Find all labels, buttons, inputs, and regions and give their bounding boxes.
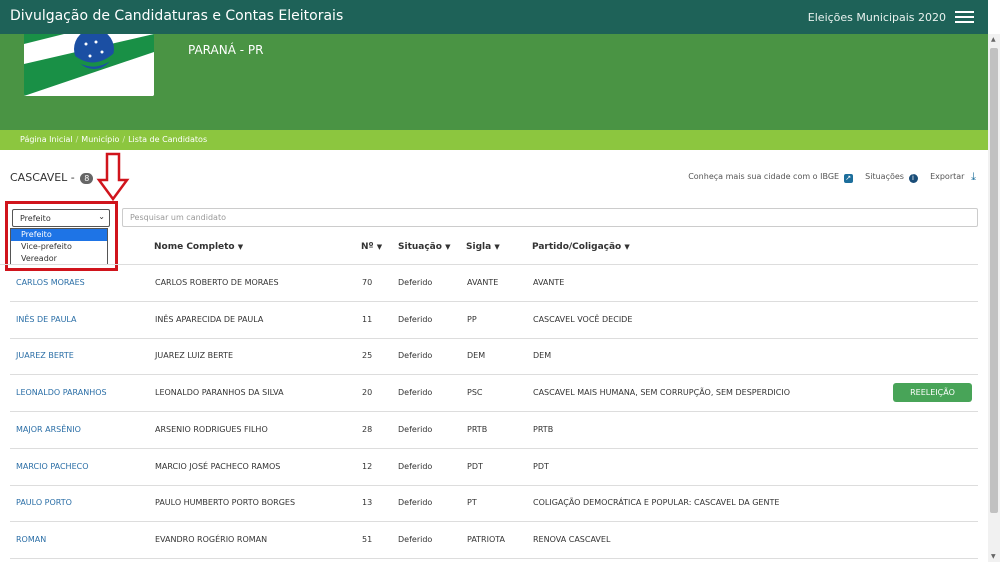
cell-numero: 70 <box>362 278 373 287</box>
breadcrumb-municipio[interactable]: Município <box>81 135 119 144</box>
parana-flag-icon <box>24 34 154 96</box>
table-row[interactable]: LEONALDO PARANHOS LEONALDO PARANHOS DA SI… <box>10 375 978 413</box>
cell-partido: AVANTE <box>533 278 565 287</box>
cell-numero: 13 <box>362 498 373 508</box>
cell-sigla: PSC <box>467 388 483 398</box>
cell-sigla: PRTB <box>467 424 488 434</box>
cell-numero: 11 <box>362 314 373 324</box>
cell-sigla: PT <box>467 498 477 508</box>
header-partido[interactable]: Partido/Coligação ▼ <box>532 242 630 252</box>
cell-situacao: Deferido <box>398 534 433 544</box>
cell-partido: DEM <box>533 351 552 361</box>
cell-situacao: Deferido <box>398 424 433 434</box>
state-header: PARANÁ - PR <box>0 34 988 130</box>
red-arrow-annotation <box>96 152 130 202</box>
breadcrumb-home[interactable]: Página Inicial <box>20 135 73 144</box>
table-row[interactable]: CARLOS MORAES CARLOS ROBERTO DE MORAES 70 D… <box>10 265 978 302</box>
cell-partido: PRTB <box>533 424 554 434</box>
cell-nome-urna[interactable]: PAULO PORTO <box>16 498 72 507</box>
election-label[interactable]: Eleições Municipais 2020 <box>808 11 946 24</box>
cell-nome-urna[interactable]: INÊS DE PAULA <box>16 315 77 324</box>
ibge-link[interactable]: Conheça mais sua cidade com o IBGE ↗ <box>688 172 853 183</box>
office-select[interactable]: Prefeito ⌄ <box>12 209 110 227</box>
table-row[interactable]: INÊS DE PAULA INÊS APARECIDA DE PAULA 11 De… <box>10 302 978 339</box>
cell-numero: 12 <box>362 461 373 471</box>
candidate-search-input[interactable]: Pesquisar um candidato <box>122 208 978 227</box>
sort-caret-icon: ▼ <box>237 243 244 251</box>
cell-partido: CASCAVEL MAIS HUMANA, SEM CORRUPÇÃO, SEM… <box>533 388 790 398</box>
sort-caret-icon: ▼ <box>624 243 630 251</box>
reelection-badge: REELEIÇÃO <box>893 383 972 403</box>
header-numero[interactable]: Nº ▼ <box>361 242 382 252</box>
candidate-count-badge: 8 <box>80 172 94 184</box>
cell-partido: COLIGAÇÃO DEMOCRÁTICA E POPULAR: CASCAVE… <box>533 498 780 508</box>
table-row[interactable]: ROMAN EVANDRO ROGÉRIO ROMAN 51 Deferido PATR… <box>10 522 978 559</box>
scrollbar[interactable]: ▲ ▼ <box>988 34 1000 562</box>
cell-numero: 51 <box>362 534 373 544</box>
top-bar: Divulgação de Candidaturas e Contas Elei… <box>0 0 988 34</box>
sort-caret-icon: ▼ <box>376 243 383 251</box>
city-title: CASCAVEL - 8 <box>10 171 94 184</box>
cell-situacao: Deferido <box>398 278 433 287</box>
cell-partido: CASCAVEL VOCÊ DECIDE <box>533 314 633 324</box>
cell-numero: 20 <box>362 388 373 398</box>
cell-nome-completo: ARSENIO RODRIGUES FILHO <box>155 424 268 434</box>
cell-nome-completo: PAULO HUMBERTO PORTO BORGES <box>155 498 296 508</box>
table-row[interactable]: MARCIO PACHECO MARCIO JOSÉ PACHECO RAMOS 1… <box>10 449 978 486</box>
cell-nome-urna[interactable]: MARCIO PACHECO <box>16 462 89 471</box>
cell-sigla: PP <box>467 314 477 324</box>
cell-sigla: DEM <box>467 351 486 361</box>
info-icon: i <box>908 174 918 183</box>
cell-nome-completo: LEONALDO PARANHOS DA SILVA <box>155 388 284 398</box>
cell-situacao: Deferido <box>398 388 433 398</box>
cell-nome-urna[interactable]: MAJOR ARSÊNIO <box>16 425 81 434</box>
header-nome-completo[interactable]: Nome Completo ▼ <box>154 242 243 252</box>
cell-nome-completo: INÊS APARECIDA DE PAULA <box>155 314 264 324</box>
table-row[interactable]: MAJOR ARSÊNIO ARSENIO RODRIGUES FILHO 28 De… <box>10 412 978 449</box>
sort-caret-icon: ▼ <box>445 243 451 251</box>
cell-sigla: PDT <box>467 461 483 471</box>
chevron-down-icon: ⌄ <box>98 212 105 221</box>
cell-nome-urna[interactable]: JUAREZ BERTE <box>16 351 74 360</box>
cell-nome-completo: CARLOS ROBERTO DE MORAES <box>155 278 279 287</box>
header-situacao[interactable]: Situação ▼ <box>398 242 450 252</box>
state-name: PARANÁ - PR <box>188 43 264 57</box>
header-sigla[interactable]: Sigla ▼ <box>466 242 500 252</box>
sort-caret-icon: ▼ <box>494 243 500 251</box>
scrollbar-thumb[interactable] <box>990 48 998 513</box>
cell-nome-completo: MARCIO JOSÉ PACHECO RAMOS <box>155 461 281 471</box>
table-row[interactable]: JUAREZ BERTE JUAREZ LUIZ BERTE 25 Deferido D… <box>10 338 978 376</box>
download-icon: ⤓ <box>971 170 976 183</box>
breadcrumb-current: Lista de Candidatos <box>128 135 208 144</box>
table-row[interactable]: PAULO PORTO PAULO HUMBERTO PORTO BORGES 13… <box>10 485 978 523</box>
hamburger-menu-icon[interactable] <box>955 11 974 24</box>
cell-partido: PDT <box>533 461 549 471</box>
office-select-value: Prefeito <box>20 214 51 223</box>
cell-situacao: Deferido <box>398 314 433 324</box>
cell-numero: 28 <box>362 424 373 434</box>
cell-partido: RENOVA CASCAVEL <box>533 534 611 544</box>
page-actions: Conheça mais sua cidade com o IBGE ↗ Sit… <box>678 170 978 183</box>
export-link[interactable]: Exportar ⤓ <box>930 170 978 183</box>
cell-situacao: Deferido <box>398 351 433 361</box>
cell-numero: 25 <box>362 351 373 361</box>
breadcrumb: Página Inicial / Município / Lista de Candid… <box>0 130 988 150</box>
external-link-icon: ↗ <box>843 174 853 183</box>
cell-nome-urna[interactable]: CARLOS MORAES <box>16 278 85 287</box>
app-title: Divulgação de Candidaturas e Contas Elei… <box>10 8 344 24</box>
cell-nome-completo: JUAREZ LUIZ BERTE <box>155 351 234 361</box>
cell-sigla: PATRIOTA <box>467 534 506 544</box>
cell-nome-urna[interactable]: ROMAN <box>16 535 46 544</box>
table-header: Nome Completo ▼ Nº ▼ Situação ▼ Sigla ▼ … <box>0 233 978 265</box>
city-name: CASCAVEL - <box>10 171 79 184</box>
cell-sigla: AVANTE <box>467 278 499 287</box>
cell-nome-completo: EVANDRO ROGÉRIO ROMAN <box>155 534 268 544</box>
cell-situacao: Deferido <box>398 461 433 471</box>
scroll-up-icon[interactable]: ▲ <box>991 36 996 43</box>
scroll-down-icon[interactable]: ▼ <box>991 553 996 560</box>
situacoes-link[interactable]: Situações i <box>865 172 918 183</box>
cell-nome-urna[interactable]: LEONALDO PARANHOS <box>16 388 107 397</box>
cell-situacao: Deferido <box>398 498 433 508</box>
